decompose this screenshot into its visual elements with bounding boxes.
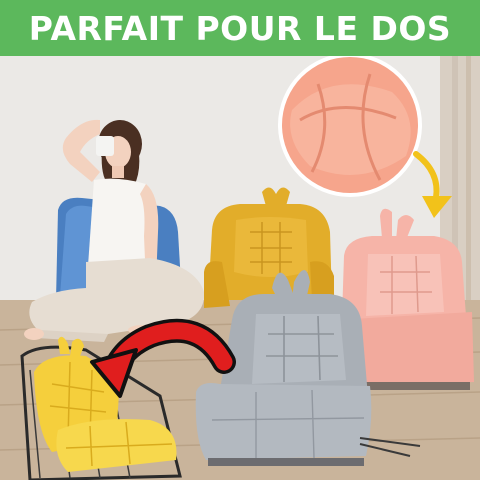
headline-text: PARFAIT POUR LE DOS <box>28 8 452 48</box>
zoom-callout <box>278 56 422 197</box>
mug <box>96 136 114 156</box>
white-tank-top <box>88 178 150 266</box>
product-image: PARFAIT POUR LE DOS <box>0 0 480 480</box>
photo-scene <box>0 56 480 480</box>
headline-banner: PARFAIT POUR LE DOS <box>0 0 480 56</box>
